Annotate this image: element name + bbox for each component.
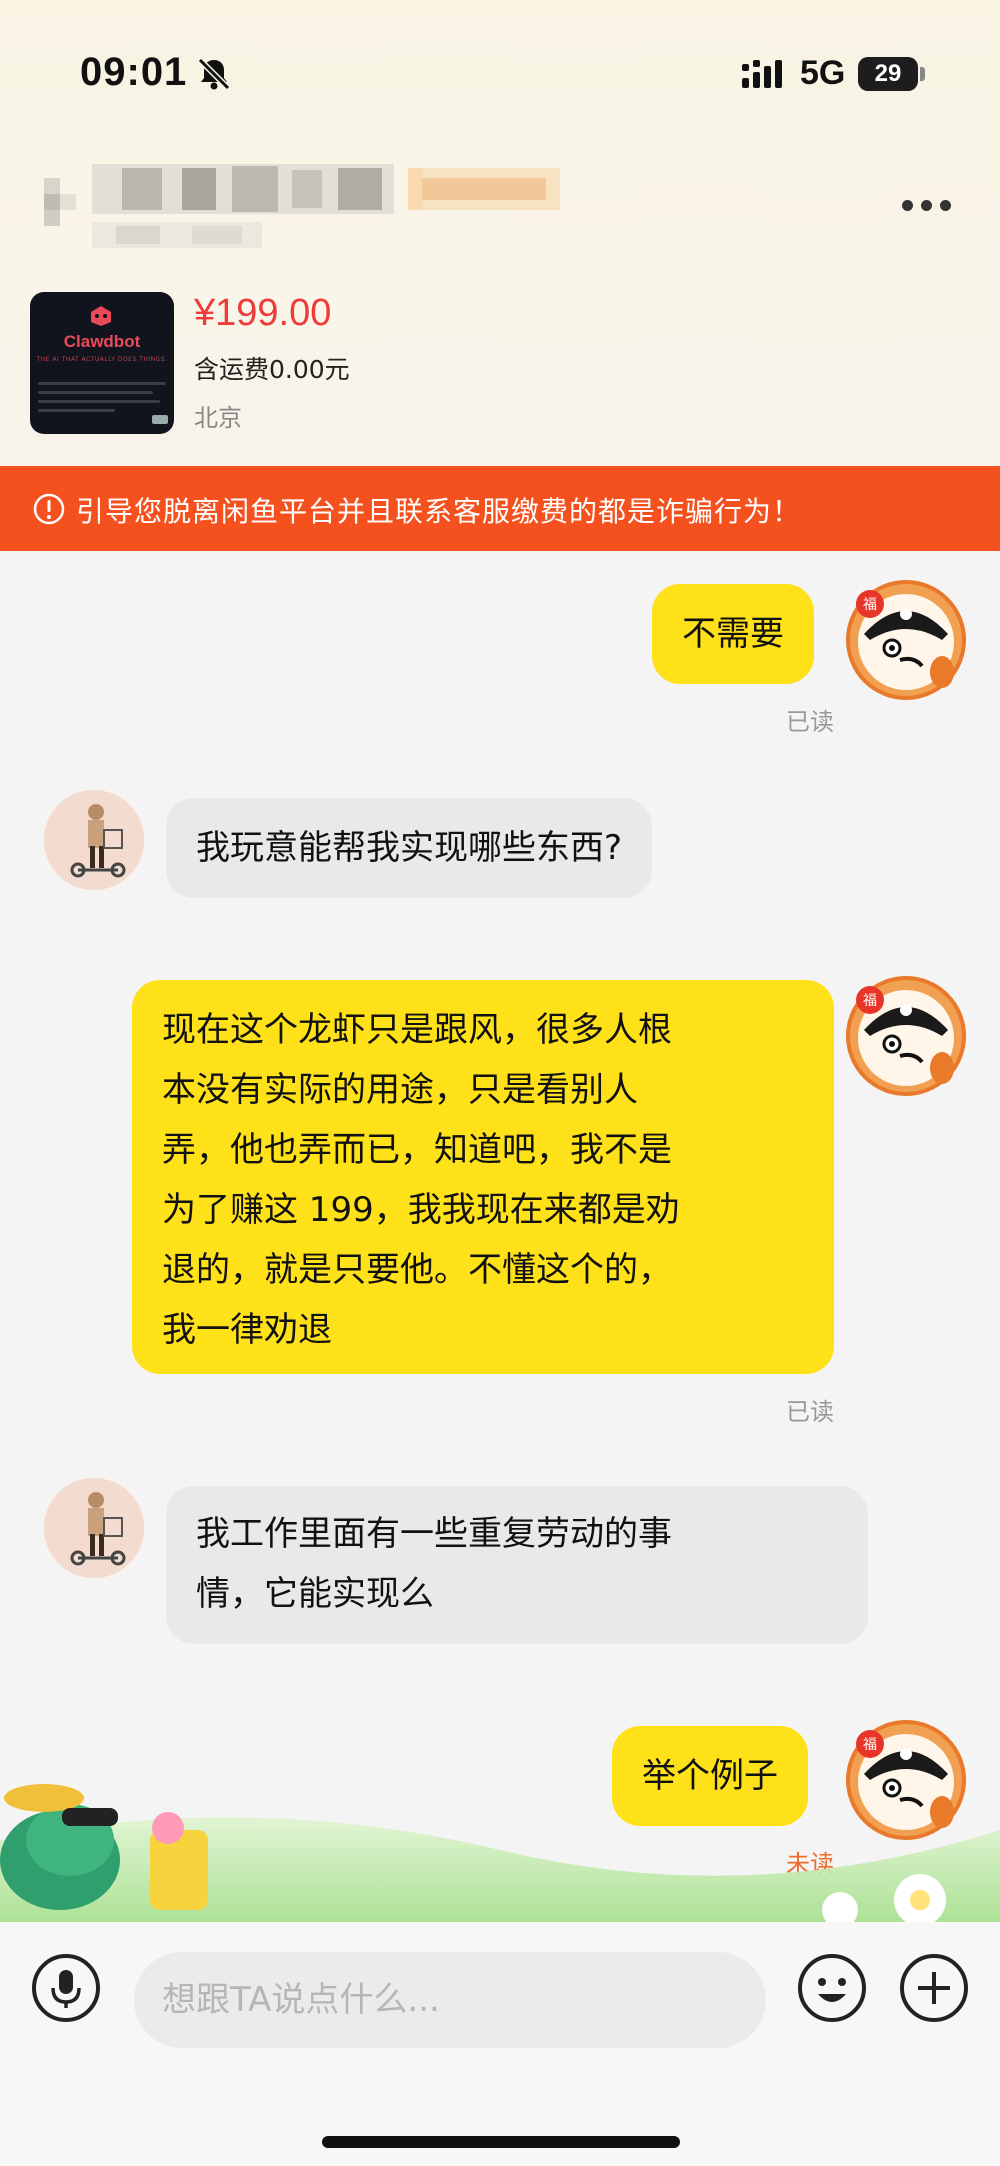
home-indicator [322, 2136, 680, 2148]
bell-off-icon [197, 57, 231, 91]
seller-badge-blurred [408, 168, 560, 210]
decorative-banner [0, 1784, 1000, 1922]
fraud-warning-banner: 引导您脱离闲鱼平台并且联系客服缴费的都是诈骗行为！ [0, 466, 1000, 551]
header-area: 09:01 5G 29 Clawdbot THE AI THAT ACTUALL… [0, 0, 1000, 466]
shipping-fee: 含运费0.00元 [194, 355, 350, 384]
message-line: 我一律劝退 [162, 1310, 332, 1350]
svg-text:福: 福 [863, 993, 877, 1009]
avatar-contact[interactable] [44, 790, 144, 890]
avatar-contact[interactable] [44, 1478, 144, 1578]
message-bubble-received[interactable]: 我玩意能帮我实现哪些东西? [166, 798, 653, 898]
message-line: 我工作里面有一些重复劳动的事 [196, 1514, 672, 1554]
emoji-icon[interactable] [796, 1952, 868, 2024]
message-bubble-sent[interactable]: 现在这个龙虾只是跟风，很多人根 本没有实际的用途，只是看别人 弄，他也弄而已，知… [132, 980, 834, 1374]
back-button[interactable] [44, 178, 76, 226]
read-status: 已读 [786, 708, 834, 736]
warning-icon [33, 493, 65, 525]
message-line: 退的，就是只要他。不懂这个的， [162, 1250, 672, 1290]
signal-icon [742, 60, 782, 88]
battery-tip [920, 67, 925, 81]
plus-icon[interactable] [898, 1952, 970, 2024]
thumbnail-text-lines [38, 382, 166, 418]
seller-subtitle-blurred [92, 222, 262, 248]
message-line: 为了赚这 199，我我现在来都是劝 [162, 1190, 680, 1230]
warning-text: 引导您脱离闲鱼平台并且联系客服缴费的都是诈骗行为！ [76, 495, 802, 528]
avatar-my[interactable]: 福 [844, 974, 968, 1098]
svg-text:福: 福 [863, 597, 877, 613]
product-location: 北京 [194, 404, 242, 432]
thumbnail-tagline: THE AI THAT ACTUALLY DOES THINGS. [36, 356, 168, 363]
message-bubble-sent[interactable]: 不需要 [652, 584, 814, 684]
mic-icon[interactable] [30, 1952, 102, 2024]
network-type: 5G [800, 54, 846, 92]
contact-avatar-image [44, 1478, 144, 1578]
thumbnail-brand: Clawdbot [63, 332, 141, 351]
status-time: 09:01 [80, 50, 188, 94]
read-status: 已读 [786, 1398, 834, 1426]
robot-logo-icon [91, 306, 111, 326]
message-line: 弄，他也弄而已，知道吧，我不是 [162, 1130, 672, 1170]
avatar-my[interactable]: 福 [844, 578, 968, 702]
contact-avatar-image [44, 790, 144, 890]
message-line: 本没有实际的用途，只是看别人 [162, 1070, 638, 1110]
message-line: 现在这个龙虾只是跟风，很多人根 [162, 1010, 672, 1050]
seller-name-blurred [92, 164, 394, 214]
message-input[interactable] [134, 1952, 766, 2048]
input-bar [0, 1922, 1000, 2166]
status-bar: 09:01 5G 29 [0, 0, 1000, 150]
battery-indicator: 29 [858, 57, 918, 91]
product-price: ¥199.00 [194, 292, 332, 334]
message-line: 情，它能实现么 [196, 1574, 434, 1614]
message-bubble-received[interactable]: 我工作里面有一些重复劳动的事 情，它能实现么 [166, 1486, 868, 1644]
product-thumbnail[interactable]: Clawdbot THE AI THAT ACTUALLY DOES THING… [30, 292, 174, 434]
thumbnail-badge [152, 415, 168, 424]
more-icon[interactable] [902, 196, 966, 216]
